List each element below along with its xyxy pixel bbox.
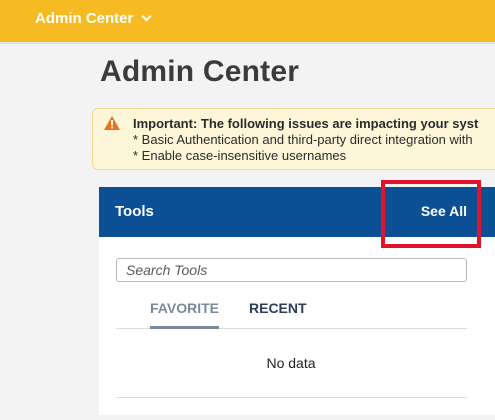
issues-notice: Important: The following issues are impa…	[92, 108, 495, 170]
notice-line-2: * Basic Authentication and third-party d…	[133, 132, 473, 147]
tools-header: Tools See All	[99, 187, 495, 237]
tools-card: Tools See All FAVORITE RECENT No data	[99, 187, 495, 415]
admin-center-menu[interactable]: Admin Center	[35, 10, 152, 27]
tools-tabs: FAVORITE RECENT	[116, 291, 467, 329]
warning-icon	[104, 116, 120, 130]
tab-recent[interactable]: RECENT	[249, 300, 307, 316]
tab-favorite[interactable]: FAVORITE	[150, 300, 219, 329]
notice-line-1: Important: The following issues are impa…	[133, 116, 479, 131]
empty-state-text: No data	[266, 355, 316, 371]
tools-title: Tools	[115, 203, 154, 220]
top-bar: Admin Center	[0, 0, 495, 44]
see-all-link[interactable]: See All	[421, 203, 467, 219]
divider	[116, 397, 467, 398]
page-title: Admin Center	[100, 55, 300, 88]
search-tools-input[interactable]	[116, 258, 467, 282]
admin-center-menu-label: Admin Center	[35, 10, 134, 27]
chevron-down-icon	[141, 11, 152, 22]
notice-line-3: * Enable case-insensitive usernames	[133, 148, 347, 163]
notice-text: Important: The following issues are impa…	[133, 116, 478, 164]
